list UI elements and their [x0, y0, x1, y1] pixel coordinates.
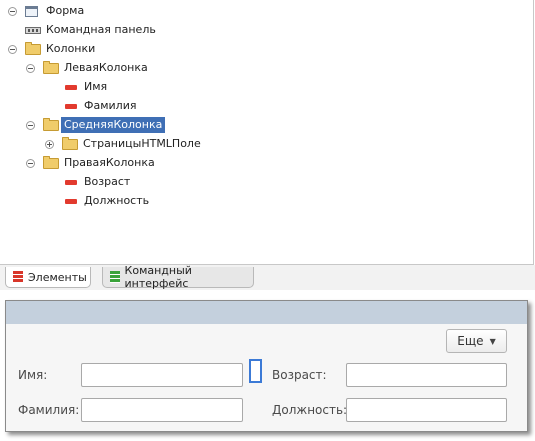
name-label: Имя: — [18, 368, 48, 382]
tree-item-position[interactable]: Должность — [0, 192, 200, 210]
field-icon — [65, 199, 77, 204]
collapse-toggle[interactable] — [8, 7, 17, 16]
tree-item-label: Командная панель — [46, 23, 156, 36]
collapse-toggle[interactable] — [26, 64, 35, 73]
tree-item-columns[interactable]: Колонки — [0, 40, 200, 58]
tree-item-label: Должность — [84, 194, 150, 207]
surname-label: Фамилия: — [18, 403, 80, 417]
tree-item-command-panel[interactable]: Командная панель — [0, 21, 200, 39]
middle-column-marker — [249, 359, 262, 383]
tree-item-label: Форма — [46, 4, 85, 17]
collapse-toggle[interactable] — [8, 45, 17, 54]
more-button[interactable]: Еще ▼ — [446, 329, 507, 353]
tab-elements[interactable]: Элементы — [5, 267, 91, 288]
tree-item-label: Фамилия — [84, 99, 137, 112]
position-label: Должность: — [272, 403, 348, 417]
collapse-toggle[interactable] — [26, 159, 35, 168]
field-icon — [65, 180, 77, 185]
tree-item-age[interactable]: Возраст — [0, 173, 200, 191]
tab-label: Командный интерфейс — [124, 264, 192, 290]
folder-icon — [62, 137, 78, 150]
tree-item-label: Возраст — [84, 175, 131, 188]
age-label: Возраст: — [272, 368, 327, 382]
surname-field[interactable] — [81, 398, 243, 422]
form-preview: Еще ▼ Имя: Возраст: Фамилия: Должность: — [5, 300, 528, 432]
command-interface-icon — [110, 271, 120, 283]
tab-command-interface[interactable]: Командный интерфейс — [102, 264, 254, 290]
tree-item-name[interactable]: Имя — [0, 78, 200, 96]
bottom-tabs: Элементы Командный интерфейс — [0, 264, 535, 290]
form-elements-tree: Форма Командная панель Колонки ЛеваяКоло… — [0, 0, 534, 265]
age-field[interactable] — [346, 363, 507, 387]
folder-icon — [43, 118, 59, 131]
collapse-toggle[interactable] — [26, 121, 35, 130]
tree-item-middle-column[interactable]: СредняяКолонка — [0, 116, 220, 134]
name-field[interactable] — [81, 363, 243, 387]
position-field[interactable] — [346, 398, 507, 422]
command-panel-icon — [25, 27, 41, 34]
tab-label: Элементы — [28, 270, 87, 284]
folder-icon — [43, 61, 59, 74]
form-icon — [25, 6, 38, 17]
tree-item-label: Колонки — [46, 42, 96, 55]
folder-icon — [25, 42, 41, 55]
preview-header — [6, 301, 527, 324]
expand-toggle[interactable] — [45, 140, 54, 149]
tree-item-label: ПраваяКолонка — [64, 156, 155, 169]
elements-icon — [13, 271, 23, 283]
tree-item-label: Имя — [84, 80, 108, 93]
tree-item-html-pages[interactable]: СтраницыHTMLПоле — [0, 135, 220, 153]
field-icon — [65, 104, 77, 109]
folder-icon — [43, 156, 59, 169]
tree-item-surname[interactable]: Фамилия — [0, 97, 200, 115]
tree-item-form[interactable]: Форма — [0, 2, 200, 20]
tree-item-label-selected: СредняяКолонка — [61, 117, 166, 133]
tree-item-label: ЛеваяКолонка — [64, 61, 148, 74]
field-icon — [65, 85, 77, 90]
chevron-down-icon: ▼ — [489, 336, 496, 346]
tree-item-label: СтраницыHTMLПоле — [83, 137, 201, 150]
more-button-label: Еще — [457, 334, 484, 348]
tree-item-left-column[interactable]: ЛеваяКолонка — [0, 59, 220, 77]
tree-item-right-column[interactable]: ПраваяКолонка — [0, 154, 220, 172]
